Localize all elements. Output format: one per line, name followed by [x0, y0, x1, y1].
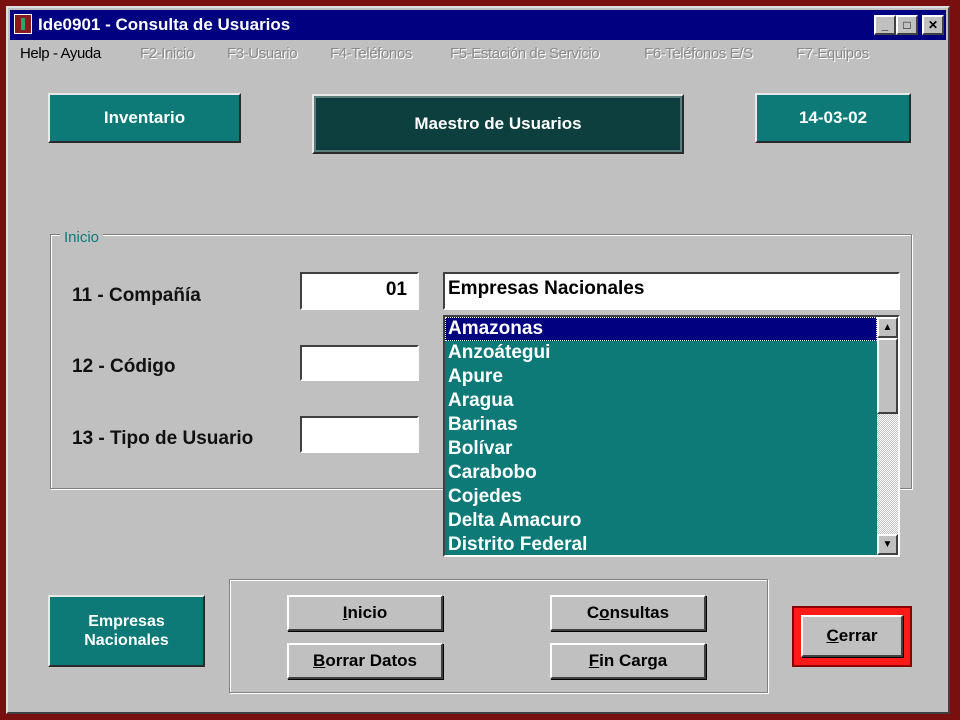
empresa-line1: Empresas — [88, 613, 165, 630]
menu-bar: Help - Ayuda F2-Inicio F3-Usuario F4-Tel… — [10, 42, 946, 66]
menu-f3-usuario[interactable]: F3-Usuario — [227, 45, 298, 62]
maestro-usuarios-label: Maestro de Usuarios — [414, 114, 582, 133]
list-item-amazonas[interactable]: Amazonas — [445, 317, 877, 341]
scroll-down-button[interactable]: ▼ — [877, 534, 898, 555]
list-item-anzoategui[interactable]: Anzoátegui — [445, 341, 877, 365]
codigo-field[interactable] — [300, 345, 419, 381]
list-item-aragua[interactable]: Aragua — [445, 389, 877, 413]
scroll-thumb[interactable] — [877, 338, 898, 414]
menu-f2-inicio[interactable]: F2-Inicio — [140, 45, 194, 62]
estados-list: Amazonas Anzoátegui Apure Aragua Barinas… — [445, 317, 877, 555]
date-label: 14-03-02 — [798, 108, 868, 127]
close-icon: ✕ — [927, 18, 939, 32]
inventario-label: Inventario — [103, 108, 186, 127]
menu-f6-telefonos-es[interactable]: F6-Teléfonos E/S — [644, 45, 753, 62]
minimize-button[interactable]: _ — [874, 15, 896, 35]
list-item-cojedes[interactable]: Cojedes — [445, 485, 877, 509]
cerrar-button[interactable]: Cerrar — [801, 615, 903, 657]
compania-code-field[interactable]: 01 — [300, 272, 419, 310]
inicio-group-title: Inicio — [60, 229, 104, 246]
date-box: 14-03-02 — [755, 93, 911, 143]
app-icon — [14, 14, 32, 34]
menu-help[interactable]: Help - Ayuda — [20, 45, 101, 62]
menu-f5-estacion[interactable]: F5-Estación de Servicio — [450, 45, 600, 62]
menu-f7-equipos[interactable]: F7-Equipos — [796, 45, 869, 62]
minimize-icon: _ — [881, 18, 889, 32]
fin-carga-button[interactable]: Fin Carga — [550, 643, 706, 679]
estados-scrollbar[interactable]: ▲ ▼ — [877, 317, 898, 555]
compania-label: 11 - Compañía — [72, 285, 201, 306]
scroll-up-button[interactable]: ▲ — [877, 317, 898, 338]
list-item-delta-amacuro[interactable]: Delta Amacuro — [445, 509, 877, 533]
empresa-box: Empresas Nacionales — [48, 595, 205, 667]
borrar-datos-button[interactable]: Borrar Datos — [287, 643, 443, 679]
maximize-icon: □ — [903, 18, 911, 32]
compania-name-field[interactable]: Empresas Nacionales — [443, 272, 900, 310]
list-item-apure[interactable]: Apure — [445, 365, 877, 389]
empresa-line2: Nacionales — [84, 632, 169, 649]
scroll-up-icon: ▲ — [882, 322, 893, 333]
window-title: Ide0901 - Consulta de Usuarios — [38, 15, 291, 34]
menu-f4-telefonos[interactable]: F4-Teléfonos — [330, 45, 412, 62]
consultas-button[interactable]: Co nsultas — [550, 595, 706, 631]
inventario-box: Inventario — [48, 93, 241, 143]
list-item-carabobo[interactable]: Carabobo — [445, 461, 877, 485]
scroll-down-icon: ▼ — [882, 539, 893, 550]
codigo-label: 12 - Código — [72, 356, 176, 377]
list-item-barinas[interactable]: Barinas — [445, 413, 877, 437]
title-bar[interactable]: Ide0901 - Consulta de Usuarios _ □ ✕ — [10, 10, 946, 40]
maximize-button[interactable]: □ — [896, 15, 918, 35]
inicio-button[interactable]: Inicio — [287, 595, 443, 631]
list-item-bolivar[interactable]: Bolívar — [445, 437, 877, 461]
estados-listbox[interactable]: Amazonas Anzoátegui Apure Aragua Barinas… — [443, 315, 900, 557]
tipo-usuario-label: 13 - Tipo de Usuario — [72, 428, 254, 449]
close-button[interactable]: ✕ — [922, 15, 944, 35]
main-window: Ide0901 - Consulta de Usuarios _ □ ✕ Hel… — [6, 6, 950, 714]
maestro-usuarios-box: Maestro de Usuarios — [312, 94, 684, 154]
tipo-usuario-field[interactable] — [300, 416, 419, 453]
list-item-distrito-federal[interactable]: Distrito Federal — [445, 533, 877, 555]
